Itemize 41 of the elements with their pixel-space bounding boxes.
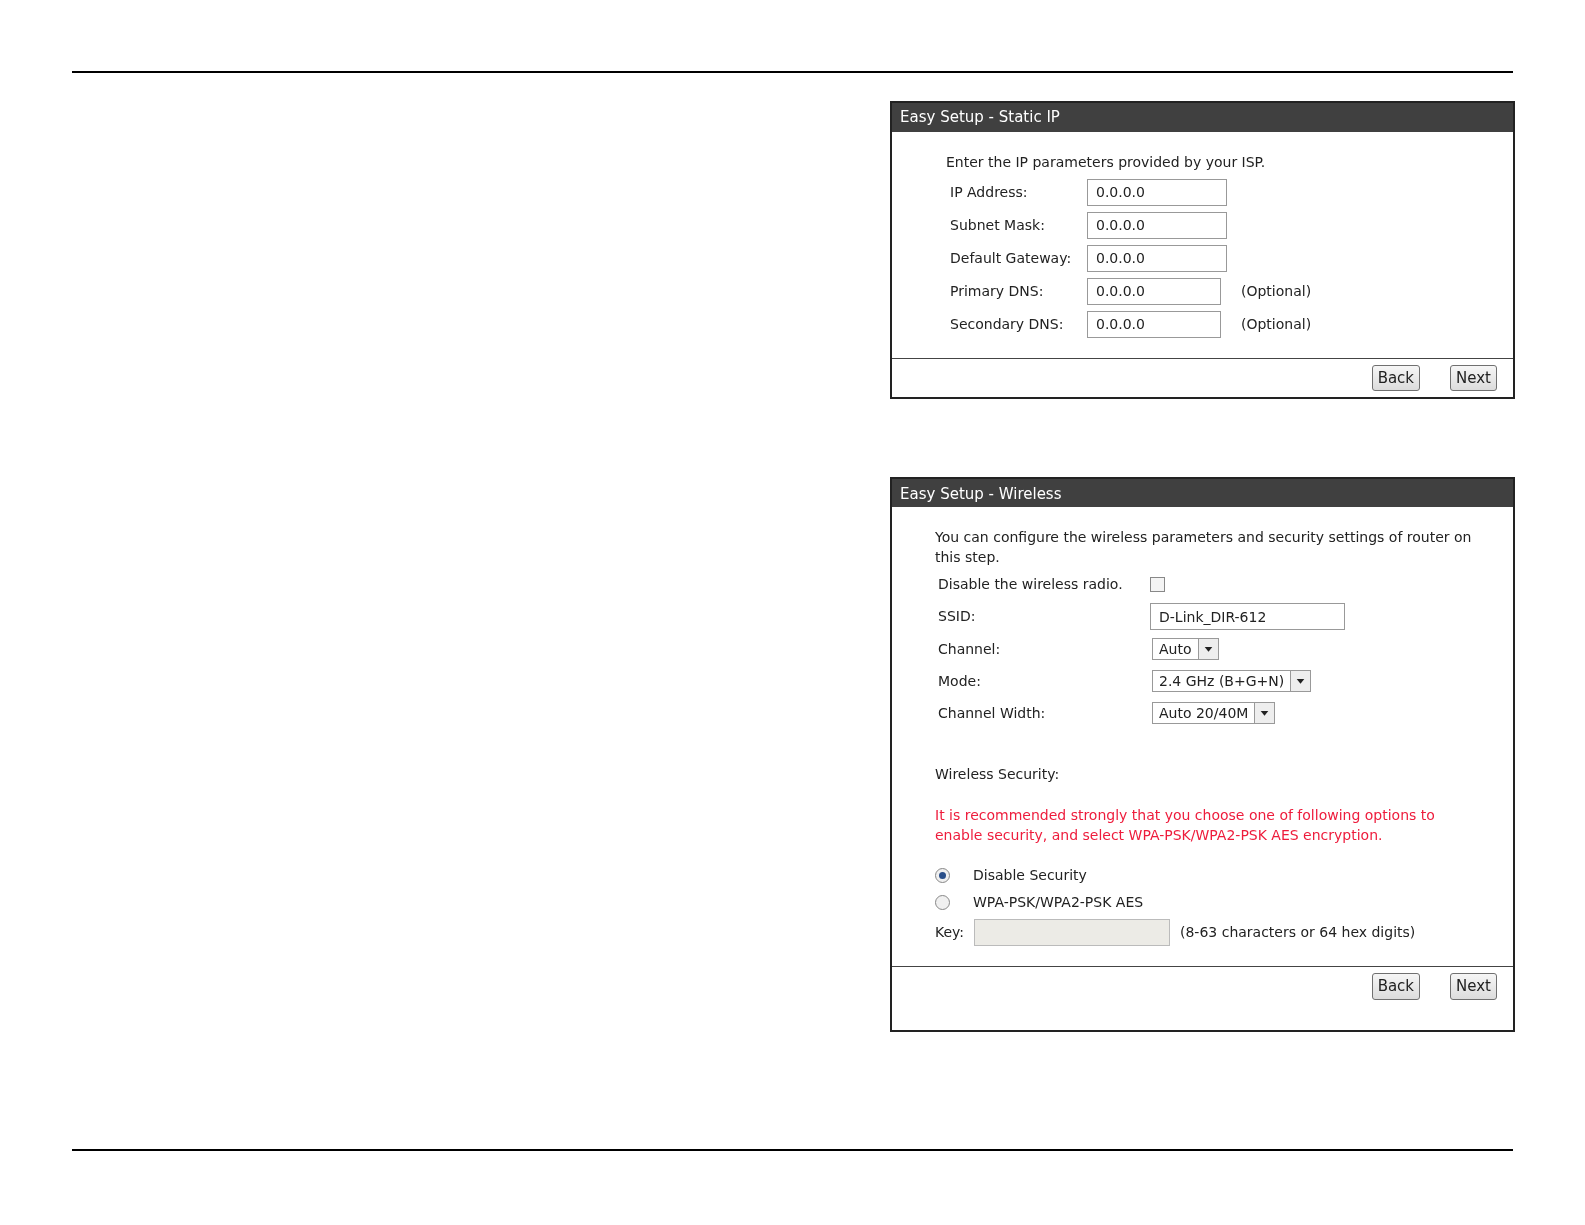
input-field[interactable]: 0.0.0.0 [1087, 211, 1227, 239]
intro-text: You can configure the wireless parameters and security settings of router on this step. [935, 528, 1473, 567]
optional-note: (Optional) [1241, 281, 1312, 301]
optional-note: (Optional) [1241, 314, 1312, 334]
input-field[interactable]: 0.0.0.0 [1087, 277, 1221, 305]
checkbox[interactable] [1150, 576, 1165, 592]
field-label: Subnet Mask: [950, 215, 1046, 235]
section-label: Wireless Security: [935, 765, 1061, 784]
field-label: Default Gateway: [950, 248, 1073, 268]
input-field[interactable]: 0.0.0.0 [1087, 178, 1227, 206]
field-label: Primary DNS: [950, 281, 1045, 301]
field-label: Key: [935, 923, 966, 942]
field-label: Channel: [938, 639, 1002, 659]
field-label: IP Address: [950, 182, 1029, 202]
caret-icon [1290, 671, 1311, 691]
wizard-button[interactable]: Back [1371, 364, 1421, 391]
dropdown[interactable]: 2.4 GHz (B+G+N) [1152, 670, 1312, 692]
field-label: SSID: [938, 607, 977, 626]
dropdown[interactable]: Auto [1152, 638, 1219, 660]
panel-title: Easy Setup - Static IP [892, 103, 1513, 132]
intro-text: Enter the IP parameters provided by your ISP. [946, 152, 1267, 172]
radio-button[interactable] [935, 868, 950, 883]
input-field[interactable]: D-Link_DIR-612 [1150, 603, 1345, 630]
field-label: Mode: [938, 671, 982, 691]
warning-text: It is recommended strongly that you choose one of following options to enable security, and select WPA-PSK/WPA2-PSK AES encryption. [935, 806, 1436, 845]
wizard-button[interactable]: Next [1450, 973, 1497, 1000]
wizard-button[interactable]: Next [1450, 364, 1497, 391]
hint-text: (8-63 characters or 64 hex digits) [1180, 923, 1416, 942]
field-label: Disable the wireless radio. [938, 574, 1124, 594]
input-field[interactable]: 0.0.0.0 [1087, 310, 1221, 338]
panel-title: Easy Setup - Wireless [892, 479, 1513, 507]
wizard-button[interactable]: Back [1371, 973, 1421, 1000]
radio-label: WPA-PSK/WPA2-PSK AES [973, 893, 1144, 912]
dropdown[interactable]: Auto 20/40M [1152, 702, 1276, 724]
caret-icon [1197, 639, 1218, 659]
caret-icon [1254, 703, 1275, 723]
radio-label: Disable Security [973, 866, 1087, 885]
radio-button[interactable] [935, 895, 950, 910]
input-field[interactable]: 0.0.0.0 [1087, 244, 1227, 272]
field-label: Channel Width: [938, 703, 1047, 723]
field-label: Secondary DNS: [950, 314, 1065, 334]
